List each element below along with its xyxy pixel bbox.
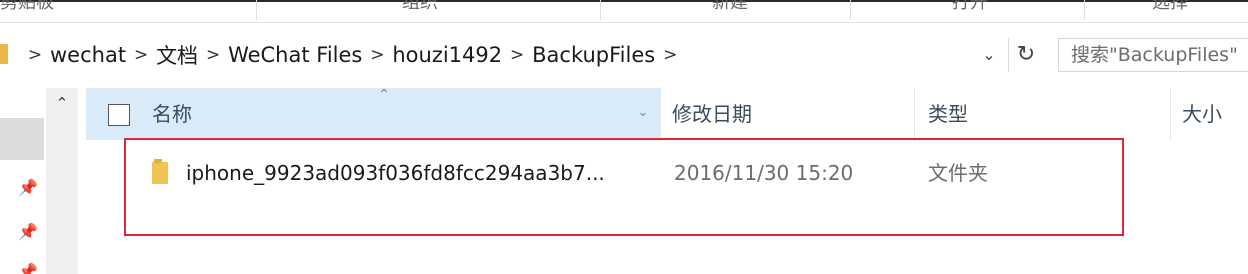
pin-icon[interactable]: 📌 [18,178,38,198]
table-row[interactable]: iphone_9923ad093f036fd8fcc294aa3b7... 20… [86,150,1126,196]
breadcrumb-item-backupfiles[interactable]: BackupFiles [530,43,657,67]
breadcrumb-separator[interactable]: > [364,45,390,65]
ribbon-top-border [0,0,1248,2]
ribbon-separator [256,0,257,20]
column-divider[interactable] [1170,88,1171,140]
column-divider[interactable] [660,88,661,140]
ribbon-group-open[interactable]: 打开 [930,0,1010,18]
column-label-size[interactable]: 大小 [1182,88,1222,140]
file-name[interactable]: iphone_9923ad093f036fd8fcc294aa3b7... [186,150,605,196]
scroll-up-icon[interactable]: ⌃ [50,92,74,114]
breadcrumb-separator[interactable]: > [657,45,683,65]
ribbon-group-organize[interactable]: 组织 [380,0,460,18]
file-type: 文件夹 [928,161,988,185]
nav-item-selected[interactable] [0,118,44,160]
pin-icon[interactable]: 📌 [18,262,38,274]
address-bar-row: > wechat > 文档 > WeChat Files > houzi1492… [0,32,1248,78]
column-label-name[interactable]: 名称 [152,88,192,140]
pin-icon[interactable]: 📌 [18,222,38,242]
column-label-type[interactable]: 类型 [928,88,968,140]
ribbon-group-clipboard[interactable]: 剪贴板 [0,0,70,18]
ribbon-separator [1084,0,1085,20]
folder-icon [0,44,8,64]
breadcrumb-item-user[interactable]: houzi1492 [390,43,504,67]
breadcrumb-separator[interactable]: > [200,45,226,65]
nav-scrollbar[interactable] [46,88,78,274]
file-explorer-window: 剪贴板 组织 新建 打开 选择 > wechat > 文档 > WeChat F… [0,0,1248,274]
breadcrumb-separator[interactable]: > [128,45,154,65]
chevron-down-icon[interactable]: ⌄ [978,44,1000,66]
column-label-modified[interactable]: 修改日期 [672,88,752,140]
refresh-icon[interactable]: ↻ [1008,38,1043,72]
breadcrumb-separator[interactable]: > [22,45,48,65]
breadcrumb-item-documents[interactable]: 文档 [154,40,200,70]
select-all-checkbox[interactable] [108,104,130,126]
ribbon-separator [850,0,851,20]
ribbon: 剪贴板 组织 新建 打开 选择 [0,0,1248,23]
ribbon-group-new[interactable]: 新建 [690,0,770,18]
ribbon-separator [600,0,601,20]
search-input[interactable]: 搜索"BackupFiles" [1058,38,1248,72]
breadcrumb-separator[interactable]: > [504,45,530,65]
folder-icon [152,159,168,184]
breadcrumb-item-wechat-files[interactable]: WeChat Files [226,43,364,67]
ribbon-group-select[interactable]: 选择 [1130,0,1210,18]
file-modified: 2016/11/30 15:20 [674,161,854,185]
breadcrumb[interactable]: > wechat > 文档 > WeChat Files > houzi1492… [22,32,683,78]
column-header: 名称 ⌃ ⌄ 修改日期 类型 大小 [86,88,1248,140]
chevron-down-icon[interactable]: ⌄ [632,102,654,124]
column-divider[interactable] [914,88,915,140]
breadcrumb-item-wechat[interactable]: wechat [48,43,128,67]
sort-ascending-icon: ⌃ [378,87,390,103]
